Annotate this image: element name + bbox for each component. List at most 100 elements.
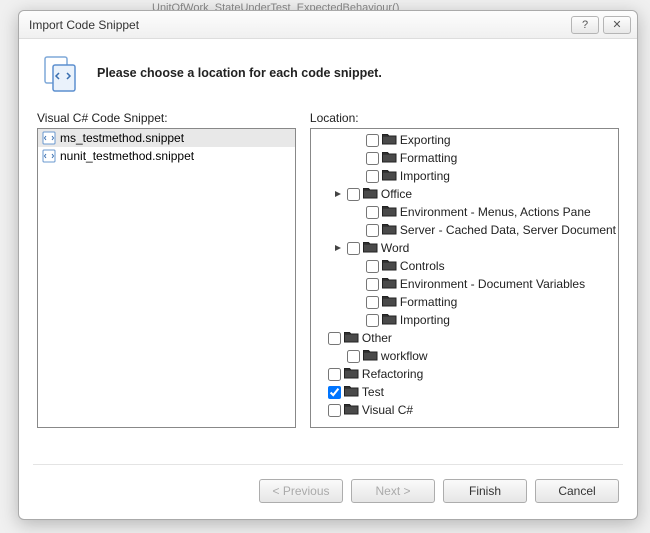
folder-icon [363, 240, 378, 256]
tree-checkbox[interactable] [328, 368, 341, 381]
tree-label: Environment - Menus, Actions Pane [400, 205, 591, 219]
import-code-snippet-dialog: Import Code Snippet ? ✕ Please choose a … [18, 10, 638, 520]
snippet-item-label: nunit_testmethod.snippet [60, 149, 194, 163]
tree-expander [313, 386, 325, 398]
tree-expander [313, 332, 325, 344]
tree-label: Exporting [400, 133, 451, 147]
folder-icon [382, 168, 397, 184]
tree-expander [351, 206, 363, 218]
tree-checkbox[interactable] [347, 188, 360, 201]
tree-row[interactable]: Word [313, 239, 616, 257]
snippet-listbox[interactable]: ms_testmethod.snippet nunit_testmethod.sn… [37, 128, 296, 428]
tree-checkbox[interactable] [328, 386, 341, 399]
tree-checkbox[interactable] [366, 296, 379, 309]
tree-row[interactable]: Exporting [313, 131, 616, 149]
tree-expander [351, 260, 363, 272]
folder-icon [363, 186, 378, 202]
tree-expander [351, 278, 363, 290]
tree-label: Formatting [400, 295, 457, 309]
tree-label: Controls [400, 259, 445, 273]
tree-expander [351, 314, 363, 326]
tree-label: Test [362, 385, 384, 399]
tree-row[interactable]: Server - Cached Data, Server Document [313, 221, 616, 239]
cancel-button[interactable]: Cancel [535, 479, 619, 503]
tree-label: Refactoring [362, 367, 423, 381]
tree-checkbox[interactable] [366, 170, 379, 183]
tree-row[interactable]: Environment - Menus, Actions Pane [313, 203, 616, 221]
tree-row[interactable]: Formatting [313, 293, 616, 311]
tree-checkbox[interactable] [328, 404, 341, 417]
tree-row[interactable]: Test [313, 383, 616, 401]
tree-row[interactable]: Visual C# [313, 401, 616, 419]
folder-icon [382, 294, 397, 310]
tree-expander[interactable] [332, 188, 344, 200]
tree-expander [332, 350, 344, 362]
previous-button[interactable]: < Previous [259, 479, 343, 503]
folder-icon [363, 348, 378, 364]
location-treebox[interactable]: Exporting Formatting Importing Office Enviro… [310, 128, 619, 428]
tree-checkbox[interactable] [347, 350, 360, 363]
folder-icon [344, 384, 359, 400]
tree-label: Environment - Document Variables [400, 277, 585, 291]
folder-icon [382, 312, 397, 328]
folder-icon [382, 258, 397, 274]
tree-expander [313, 368, 325, 380]
tree-label: Other [362, 331, 392, 345]
close-button[interactable]: ✕ [603, 16, 631, 34]
tree-expander [351, 134, 363, 146]
tree-row[interactable]: workflow [313, 347, 616, 365]
folder-icon [382, 276, 397, 292]
tree-expander [351, 296, 363, 308]
tree-checkbox[interactable] [328, 332, 341, 345]
location-tree-pane: Location: Exporting Formatting Importing Of… [310, 111, 619, 456]
finish-button[interactable]: Finish [443, 479, 527, 503]
tree-row[interactable]: Office [313, 185, 616, 203]
tree-checkbox[interactable] [366, 314, 379, 327]
tree-row[interactable]: Environment - Document Variables [313, 275, 616, 293]
tree-row[interactable]: Refactoring [313, 365, 616, 383]
tree-label: Importing [400, 169, 450, 183]
tree-label: Importing [400, 313, 450, 327]
tree-expander [313, 404, 325, 416]
tree-checkbox[interactable] [366, 206, 379, 219]
folder-icon [382, 150, 397, 166]
tree-row[interactable]: Other [313, 329, 616, 347]
folder-icon [382, 222, 397, 238]
tree-label: Visual C# [362, 403, 413, 417]
folder-icon [382, 204, 397, 220]
next-button[interactable]: Next > [351, 479, 435, 503]
tree-checkbox[interactable] [347, 242, 360, 255]
dialog-footer: < Previous Next > Finish Cancel [19, 465, 637, 519]
dialog-prompt: Please choose a location for each code s… [97, 66, 382, 80]
tree-label: Office [381, 187, 412, 201]
tree-row[interactable]: Importing [313, 311, 616, 329]
tree-row[interactable]: Formatting [313, 149, 616, 167]
help-button[interactable]: ? [571, 16, 599, 34]
snippet-list-item[interactable]: nunit_testmethod.snippet [38, 147, 295, 165]
tree-expander [351, 224, 363, 236]
folder-icon [382, 132, 397, 148]
tree-label: workflow [381, 349, 428, 363]
tree-checkbox[interactable] [366, 152, 379, 165]
location-tree-label: Location: [310, 111, 619, 125]
tree-checkbox[interactable] [366, 134, 379, 147]
tree-label: Word [381, 241, 409, 255]
tree-checkbox[interactable] [366, 278, 379, 291]
tree-label: Formatting [400, 151, 457, 165]
snippet-wizard-icon [41, 53, 81, 93]
tree-expander[interactable] [332, 242, 344, 254]
tree-row[interactable]: Controls [313, 257, 616, 275]
tree-expander [351, 152, 363, 164]
dialog-header: Please choose a location for each code s… [19, 39, 637, 111]
snippet-list-pane: Visual C# Code Snippet: ms_testmethod.sn… [37, 111, 296, 456]
tree-row[interactable]: Importing [313, 167, 616, 185]
snippet-list-item[interactable]: ms_testmethod.snippet [38, 129, 295, 147]
tree-expander [351, 170, 363, 182]
snippet-item-label: ms_testmethod.snippet [60, 131, 184, 145]
tree-checkbox[interactable] [366, 224, 379, 237]
folder-icon [344, 330, 359, 346]
dialog-content: Visual C# Code Snippet: ms_testmethod.sn… [19, 111, 637, 456]
tree-label: Server - Cached Data, Server Document [400, 223, 616, 237]
folder-icon [344, 366, 359, 382]
tree-checkbox[interactable] [366, 260, 379, 273]
